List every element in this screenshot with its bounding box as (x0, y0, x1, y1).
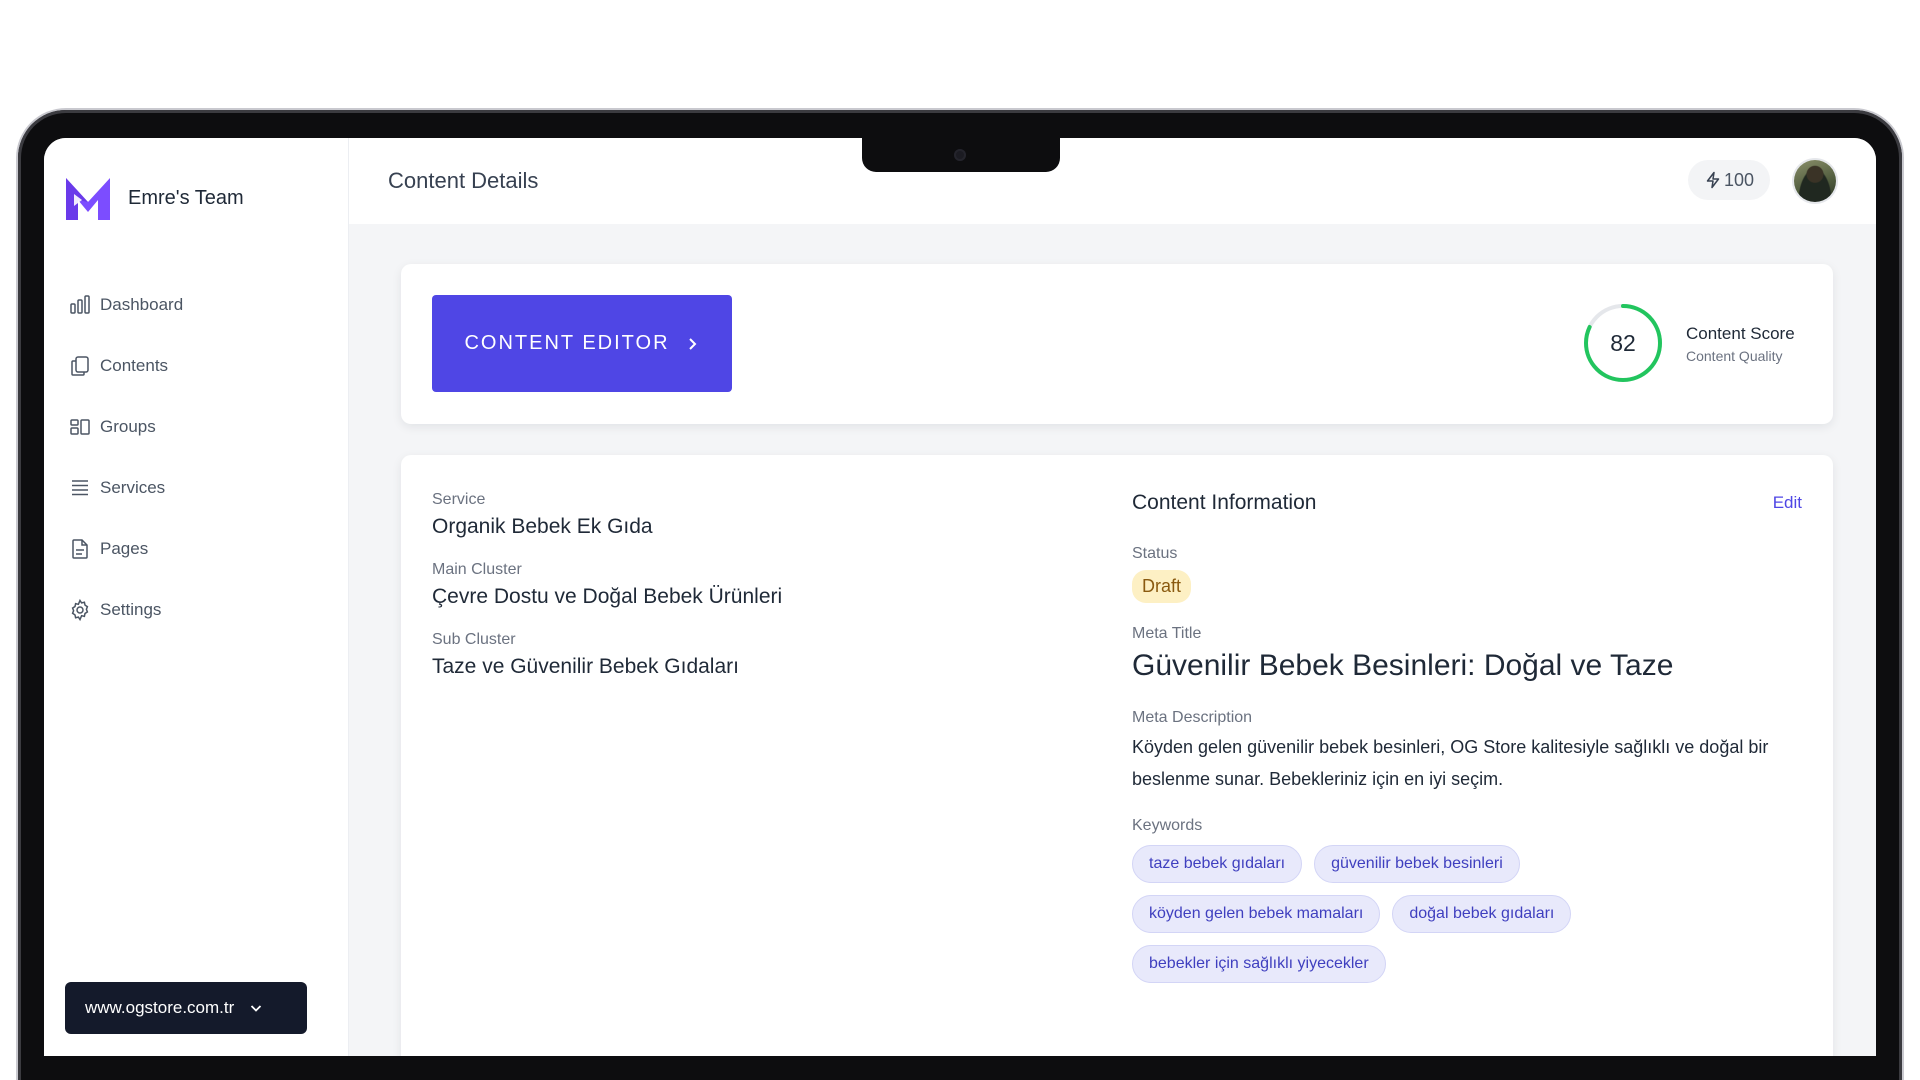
keyword-tag[interactable]: taze bebek gıdaları (1132, 845, 1303, 883)
chevron-down-icon (251, 1005, 262, 1012)
cluster-details: Service Organik Bebek Ek Gıda Main Clust… (432, 491, 1052, 701)
sidebar-item-label: Pages (100, 538, 149, 558)
content-information: Content Information Edit Status Draft Me… (1132, 491, 1802, 983)
score-subtitle: Content Quality (1686, 348, 1783, 364)
credits-badge[interactable]: 100 (1688, 160, 1770, 200)
sidebar-item-pages[interactable]: Pages (68, 518, 328, 579)
keywords-list: taze bebek gıdaları güvenilir bebek besi… (1132, 845, 1692, 983)
groups-icon (70, 418, 90, 435)
camera-notch (862, 138, 1060, 172)
sidebar: Emre's Team Dashboard Contents Groups Se… (44, 138, 349, 1056)
meta-description-label: Meta Description (1132, 709, 1253, 726)
service-value: Organik Bebek Ek Gıda (432, 515, 653, 538)
page-icon (72, 538, 88, 559)
page-title: Content Details (388, 168, 539, 193)
top-header: Content Details 100 (349, 138, 1876, 224)
sidebar-item-label: Services (100, 477, 166, 497)
status-badge: Draft (1132, 570, 1192, 603)
content-editor-label: CONTENT EDITOR (464, 332, 670, 354)
score-title: Content Score (1686, 324, 1795, 343)
keyword-tag[interactable]: köyden gelen bebek mamaları (1132, 895, 1381, 933)
sidebar-item-label: Settings (100, 599, 162, 619)
sidebar-item-groups[interactable]: Groups (68, 396, 328, 457)
sidebar-item-services[interactable]: Services (68, 457, 328, 518)
content-information-title: Content Information (1132, 491, 1317, 514)
chevron-right-icon (688, 337, 696, 350)
editor-card: CONTENT EDITOR 82 Content Score Content … (401, 264, 1833, 424)
main-cluster-label: Main Cluster (432, 561, 522, 578)
sidebar-item-contents[interactable]: Contents (68, 335, 328, 396)
avatar[interactable] (1794, 160, 1836, 202)
sidebar-item-label: Groups (100, 416, 156, 436)
domain-selector[interactable]: www.ogstore.com.tr (65, 982, 307, 1034)
m-logo-icon (66, 178, 110, 220)
camera-icon (954, 149, 966, 161)
credits-count: 100 (1723, 169, 1755, 190)
score-value: 82 (1610, 329, 1636, 356)
domain-value: www.ogstore.com.tr (85, 998, 235, 1017)
keyword-tag[interactable]: doğal bebek gıdaları (1392, 895, 1572, 933)
team-name: Emre's Team (128, 186, 244, 209)
content-details-card: Service Organik Bebek Ek Gıda Main Clust… (401, 455, 1833, 1056)
lightning-icon (1706, 171, 1720, 189)
edit-link[interactable]: Edit (1773, 493, 1802, 513)
keyword-tag[interactable]: bebekler için sağlıklı yiyecekler (1132, 945, 1386, 983)
meta-description-value: Köyden gelen güvenilir bebek besinleri, … (1132, 737, 1769, 789)
sidebar-nav: Dashboard Contents Groups Services Pages… (68, 274, 328, 640)
sub-cluster-value: Taze ve Güvenilir Bebek Gıdaları (432, 655, 739, 678)
brand[interactable]: Emre's Team (64, 174, 244, 222)
status-label: Status (1132, 545, 1178, 562)
list-icon (72, 479, 88, 495)
sidebar-item-dashboard[interactable]: Dashboard (68, 274, 328, 335)
gear-icon (71, 598, 89, 621)
content-editor-button[interactable]: CONTENT EDITOR (432, 295, 732, 392)
documents-icon (71, 355, 89, 376)
app-screen: Emre's Team Dashboard Contents Groups Se… (44, 138, 1876, 1056)
sub-cluster-label: Sub Cluster (432, 631, 516, 648)
sidebar-item-label: Contents (100, 355, 169, 375)
keyword-tag[interactable]: güvenilir bebek besinleri (1314, 845, 1520, 883)
sidebar-item-settings[interactable]: Settings (68, 579, 328, 640)
meta-title-value: Güvenilir Bebek Besinleri: Doğal ve Taze (1132, 649, 1674, 682)
bar-chart-icon (70, 294, 90, 314)
keywords-label: Keywords (1132, 817, 1203, 834)
sidebar-item-label: Dashboard (100, 294, 184, 314)
main-cluster-value: Çevre Dostu ve Doğal Bebek Ürünleri (432, 585, 783, 608)
service-label: Service (432, 491, 486, 508)
meta-title-label: Meta Title (1132, 625, 1202, 642)
